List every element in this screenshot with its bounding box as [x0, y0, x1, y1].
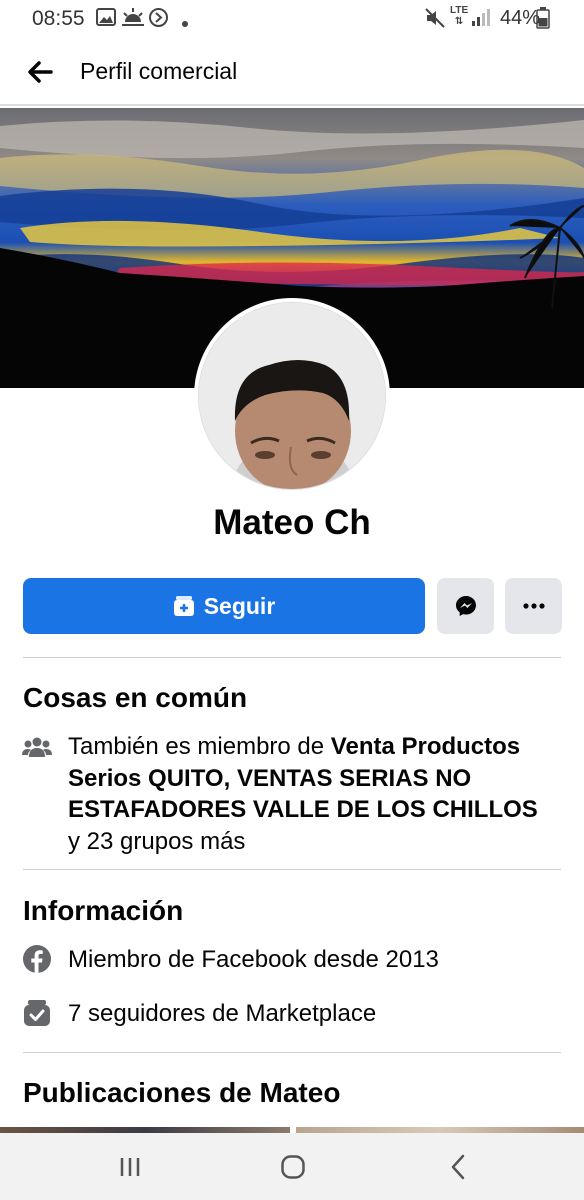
image-icon — [96, 7, 116, 32]
follow-icon — [173, 595, 195, 617]
battery-icon — [536, 7, 550, 34]
facebook-icon — [22, 944, 52, 974]
home-button[interactable] — [268, 1149, 318, 1185]
info-section-title: Información — [23, 895, 184, 926]
dot-icon — [182, 14, 188, 32]
nav-back-button[interactable] — [433, 1149, 483, 1185]
more-dots-icon — [522, 603, 545, 609]
messenger-button[interactable] — [437, 578, 494, 634]
recents-icon — [120, 1158, 140, 1176]
app-header: Perfil comercial — [0, 38, 584, 106]
back-button[interactable] — [22, 56, 58, 88]
profile-name: Mateo Ch — [213, 503, 371, 542]
common-section-title: Cosas en común — [23, 682, 248, 713]
weather-icon — [121, 7, 145, 32]
common-groups-text[interactable]: También es miembro de Venta Productos Se… — [68, 731, 548, 857]
divider — [23, 869, 561, 870]
avatar[interactable] — [194, 298, 390, 494]
divider — [23, 657, 561, 658]
back-icon — [451, 1154, 465, 1180]
battery-level: 44% — [499, 7, 540, 29]
posts-section-title: Publicaciones de Mateo — [23, 1077, 341, 1108]
signal-icon — [471, 7, 491, 32]
sync-icon — [148, 7, 169, 33]
status-bar: 08:55 LTE ⇅ 44% — [0, 0, 584, 38]
marketplace-followers-text: 7 seguidores de Marketplace — [68, 1000, 377, 1027]
page-title: Perfil comercial — [80, 58, 238, 84]
home-icon — [281, 1155, 305, 1179]
lte-icon: LTE ⇅ — [450, 5, 469, 27]
avatar-photo — [198, 302, 386, 490]
member-since-text: Miembro de Facebook desde 2013 — [68, 946, 439, 973]
mute-icon — [424, 7, 446, 34]
groups-icon — [22, 732, 52, 762]
more-button[interactable] — [505, 578, 562, 634]
follow-button[interactable]: Seguir — [23, 578, 425, 634]
divider — [23, 1052, 561, 1053]
back-arrow-icon — [28, 61, 53, 83]
system-nav-bar — [0, 1133, 584, 1200]
status-time: 08:55 — [32, 7, 85, 30]
follow-label: Seguir — [203, 592, 276, 619]
recents-button[interactable] — [105, 1149, 155, 1185]
marketplace-icon — [22, 998, 52, 1028]
messenger-icon — [455, 596, 476, 616]
